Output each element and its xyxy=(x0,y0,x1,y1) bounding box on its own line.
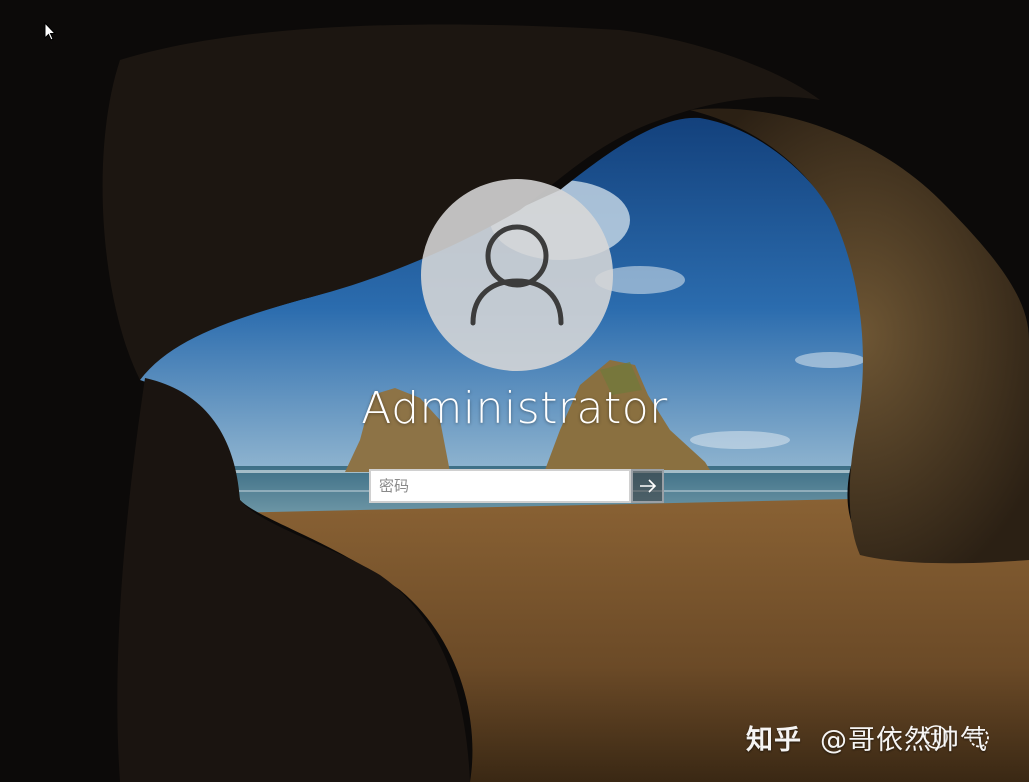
watermark-brand: 知乎 xyxy=(746,725,802,756)
user-avatar xyxy=(421,179,613,371)
username-label: Administrator xyxy=(361,383,668,434)
watermark-handle: @哥依然帅气 xyxy=(820,725,988,756)
user-silhouette-icon xyxy=(470,224,564,326)
submit-button[interactable] xyxy=(631,469,664,503)
password-form xyxy=(369,469,664,503)
password-input[interactable] xyxy=(369,469,631,503)
watermark: 知乎 @哥依然帅气 xyxy=(746,718,988,757)
arrow-right-icon xyxy=(639,479,656,493)
mouse-pointer-icon xyxy=(44,22,57,41)
